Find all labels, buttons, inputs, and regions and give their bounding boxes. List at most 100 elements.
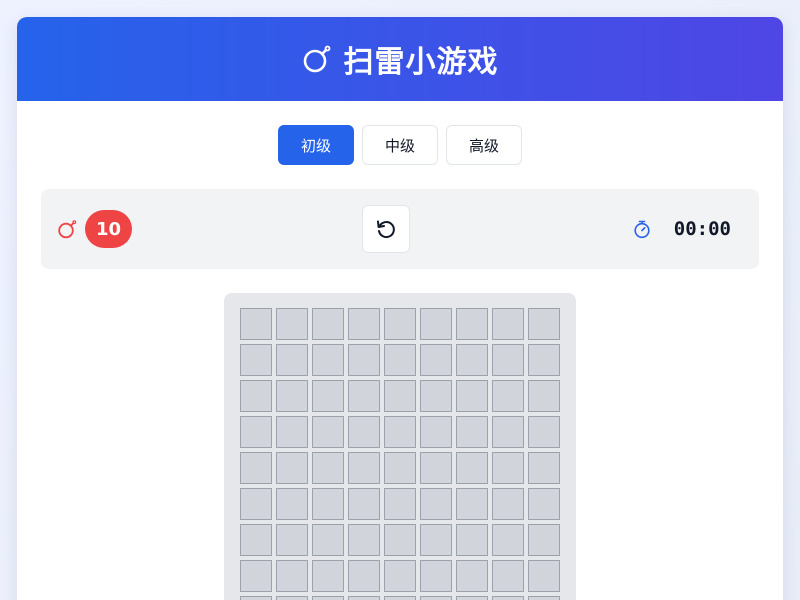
mine-cell[interactable] <box>528 380 560 412</box>
mine-cell[interactable] <box>312 488 344 520</box>
mine-cell[interactable] <box>384 380 416 412</box>
mine-cell[interactable] <box>240 524 272 556</box>
timer-value: 00:00 <box>673 218 731 240</box>
mine-cell[interactable] <box>384 596 416 600</box>
mine-cell[interactable] <box>276 308 308 340</box>
mine-cell[interactable] <box>492 344 524 376</box>
mine-cell[interactable] <box>528 560 560 592</box>
mine-cell[interactable] <box>384 416 416 448</box>
mine-cell[interactable] <box>384 344 416 376</box>
mine-cell[interactable] <box>492 560 524 592</box>
mine-cell[interactable] <box>384 452 416 484</box>
mine-cell[interactable] <box>384 488 416 520</box>
mine-cell[interactable] <box>312 308 344 340</box>
mine-cell[interactable] <box>348 488 380 520</box>
mine-cell[interactable] <box>276 452 308 484</box>
mine-cell[interactable] <box>492 308 524 340</box>
mine-cell[interactable] <box>420 596 452 600</box>
status-bar: 10 00:00 <box>41 189 759 269</box>
mine-cell[interactable] <box>348 344 380 376</box>
timer: 00:00 <box>632 218 731 240</box>
mine-cell[interactable] <box>456 344 488 376</box>
bomb-icon <box>303 45 330 73</box>
mine-cell[interactable] <box>528 596 560 600</box>
mine-cell[interactable] <box>492 524 524 556</box>
mine-cell[interactable] <box>492 416 524 448</box>
mine-cell[interactable] <box>420 308 452 340</box>
mine-cell[interactable] <box>240 560 272 592</box>
mine-cell[interactable] <box>240 488 272 520</box>
mine-cell[interactable] <box>384 524 416 556</box>
mine-cell[interactable] <box>348 452 380 484</box>
mine-cell[interactable] <box>348 524 380 556</box>
mine-cell[interactable] <box>420 416 452 448</box>
mine-cell[interactable] <box>528 524 560 556</box>
mine-cell[interactable] <box>456 560 488 592</box>
mine-cell[interactable] <box>240 416 272 448</box>
mine-cell[interactable] <box>348 596 380 600</box>
mine-cell[interactable] <box>528 344 560 376</box>
level-intermediate-button[interactable]: 中级 <box>362 125 438 165</box>
mine-cell[interactable] <box>456 488 488 520</box>
mine-cell[interactable] <box>492 452 524 484</box>
mine-cell[interactable] <box>276 416 308 448</box>
mine-cell[interactable] <box>456 452 488 484</box>
mine-cell[interactable] <box>312 380 344 412</box>
mine-cell[interactable] <box>348 416 380 448</box>
mine-cell[interactable] <box>276 344 308 376</box>
mine-cell[interactable] <box>384 308 416 340</box>
level-expert-button[interactable]: 高级 <box>446 125 522 165</box>
mine-cell[interactable] <box>528 488 560 520</box>
mine-cell[interactable] <box>492 596 524 600</box>
mine-cell[interactable] <box>276 488 308 520</box>
mine-cell[interactable] <box>456 380 488 412</box>
mine-cell[interactable] <box>348 380 380 412</box>
reset-icon <box>377 220 395 238</box>
mine-cell[interactable] <box>240 344 272 376</box>
difficulty-selector: 初级 中级 高级 <box>17 125 783 165</box>
mine-count-badge: 10 <box>85 210 132 248</box>
mine-cell[interactable] <box>276 524 308 556</box>
mine-cell[interactable] <box>348 308 380 340</box>
mine-cell[interactable] <box>240 596 272 600</box>
mine-cell[interactable] <box>456 596 488 600</box>
mine-cell[interactable] <box>312 344 344 376</box>
mine-cell[interactable] <box>384 560 416 592</box>
mine-cell[interactable] <box>276 596 308 600</box>
reset-button[interactable] <box>362 205 410 253</box>
mine-cell[interactable] <box>312 560 344 592</box>
mine-cell[interactable] <box>312 416 344 448</box>
game-header: 扫雷小游戏 <box>17 17 783 101</box>
mine-cell[interactable] <box>492 380 524 412</box>
mine-cell[interactable] <box>240 452 272 484</box>
mine-cell[interactable] <box>420 452 452 484</box>
minefield-grid <box>240 308 576 600</box>
mine-cell[interactable] <box>528 416 560 448</box>
mine-cell[interactable] <box>456 416 488 448</box>
bomb-icon <box>58 220 77 239</box>
mine-cell[interactable] <box>528 308 560 340</box>
mine-cell[interactable] <box>420 560 452 592</box>
mine-cell[interactable] <box>312 596 344 600</box>
game-card: 扫雷小游戏 初级 中级 高级 10 00:00 <box>17 17 783 600</box>
level-beginner-button[interactable]: 初级 <box>278 125 354 165</box>
mine-cell[interactable] <box>492 488 524 520</box>
mine-cell[interactable] <box>276 380 308 412</box>
mine-cell[interactable] <box>420 524 452 556</box>
mine-cell[interactable] <box>240 380 272 412</box>
mine-cell[interactable] <box>420 344 452 376</box>
mine-cell[interactable] <box>312 452 344 484</box>
mine-cell[interactable] <box>456 308 488 340</box>
mine-cell[interactable] <box>240 308 272 340</box>
mine-cell[interactable] <box>456 524 488 556</box>
page-title: 扫雷小游戏 <box>343 45 499 80</box>
mine-cell[interactable] <box>312 524 344 556</box>
mine-cell[interactable] <box>276 560 308 592</box>
mine-cell[interactable] <box>420 380 452 412</box>
game-board <box>224 293 576 600</box>
mine-counter: 10 <box>57 210 132 248</box>
mine-cell[interactable] <box>420 488 452 520</box>
stopwatch-icon <box>634 220 650 239</box>
mine-cell[interactable] <box>528 452 560 484</box>
mine-cell[interactable] <box>348 560 380 592</box>
